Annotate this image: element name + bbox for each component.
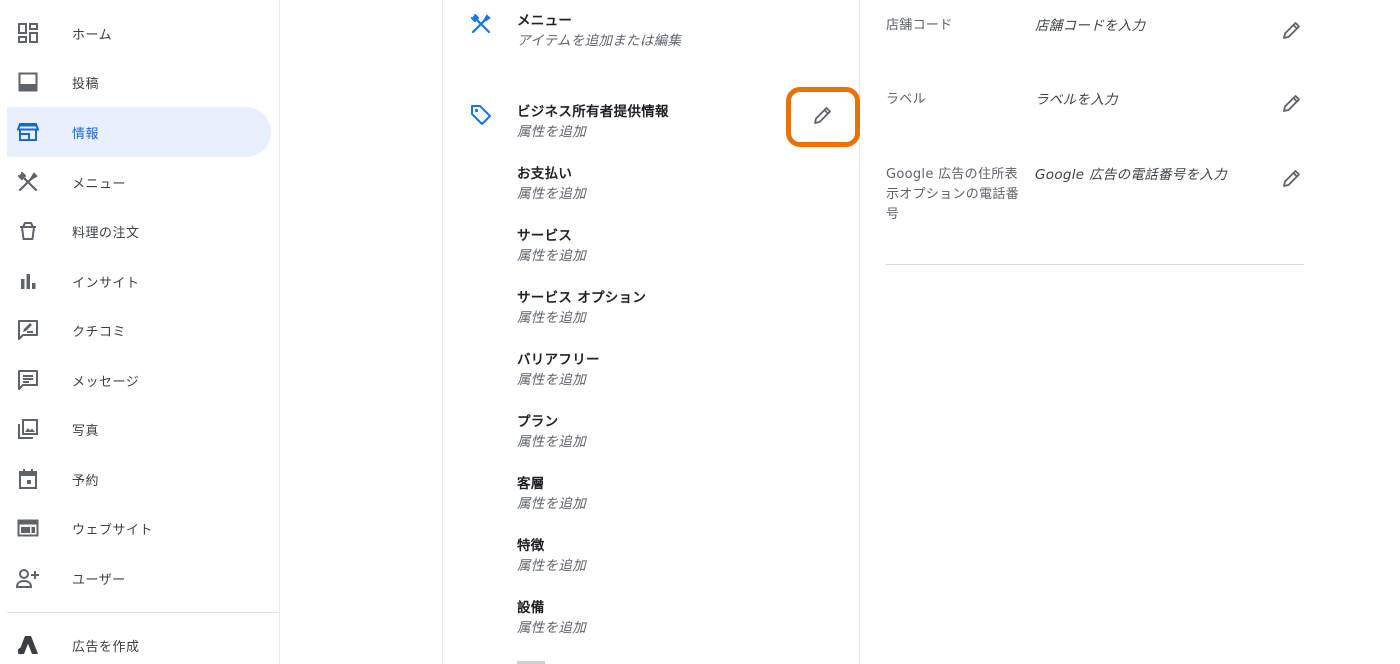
edit-attributes-button[interactable] bbox=[786, 87, 860, 147]
labels-label: ラベル bbox=[886, 92, 926, 107]
sidebar-item-label: 料理の注文 bbox=[72, 225, 140, 241]
ads-phone-label: Google 広告の住所表示オプションの電話番号 bbox=[886, 167, 1020, 222]
menu-section-title: メニュー bbox=[517, 13, 573, 29]
sidebar-item-label: 予約 bbox=[72, 473, 100, 489]
sidebar-item-food-ordering[interactable]: 料理の注文 bbox=[7, 206, 271, 256]
attribute-item-plans[interactable]: プラン 属性を追加 bbox=[517, 412, 817, 452]
sidebar-item-label: 投稿 bbox=[72, 76, 100, 92]
attribute-subtitle: 属性を追加 bbox=[517, 496, 586, 512]
sidebar-item-label: メッセージ bbox=[72, 374, 140, 390]
attribute-title: 特徴 bbox=[517, 538, 545, 554]
post-icon bbox=[16, 70, 40, 94]
attribute-item-payments[interactable]: お支払い 属性を追加 bbox=[517, 164, 817, 204]
sidebar-item-bookings[interactable]: 予約 bbox=[7, 454, 271, 504]
sidebar-item-label: ウェブサイト bbox=[72, 522, 154, 538]
clipped-next-item bbox=[517, 656, 557, 664]
details-panel: 店舗コード 店舗コードを入力 ラベル ラベルを入力 Google 広告の住所表示… bbox=[861, 0, 1400, 664]
sidebar-item-photos[interactable]: 写真 bbox=[7, 404, 271, 454]
sidebar-item-label: インサイト bbox=[72, 275, 140, 291]
attribute-title: 設備 bbox=[517, 600, 545, 616]
person-add-icon bbox=[16, 566, 40, 590]
details-divider bbox=[886, 264, 1304, 265]
attribute-subtitle: 属性を追加 bbox=[517, 558, 586, 574]
pencil-icon bbox=[1283, 22, 1300, 39]
attribute-title: バリアフリー bbox=[517, 352, 600, 368]
storefront-icon bbox=[16, 120, 40, 144]
takeout-icon bbox=[16, 219, 40, 243]
edit-ads-phone-button[interactable] bbox=[1280, 166, 1304, 190]
sidebar-item-website[interactable]: ウェブサイト bbox=[7, 503, 271, 553]
sidebar-item-create-ad[interactable]: 広告を作成 bbox=[7, 620, 271, 664]
photo-library-icon bbox=[16, 417, 40, 441]
attribute-title: お支払い bbox=[517, 166, 573, 182]
tag-icon bbox=[469, 103, 493, 127]
sidebar-item-reviews[interactable]: クチコミ bbox=[7, 305, 271, 355]
attribute-item-accessibility[interactable]: バリアフリー 属性を追加 bbox=[517, 350, 817, 390]
sidebar-item-home[interactable]: ホーム bbox=[7, 8, 271, 58]
sidebar-item-users[interactable]: ユーザー bbox=[7, 553, 271, 603]
pencil-icon bbox=[1283, 170, 1300, 187]
sidebar-item-label: メニュー bbox=[72, 176, 127, 192]
sidebar-item-insights[interactable]: インサイト bbox=[7, 256, 271, 306]
attribute-item-services[interactable]: サービス 属性を追加 bbox=[517, 226, 817, 266]
restaurant-icon bbox=[469, 12, 493, 36]
business-owner-attributes-section[interactable]: ビジネス所有者提供情報 属性を追加 bbox=[517, 102, 817, 142]
attribute-item-crowd[interactable]: 客層 属性を追加 bbox=[517, 474, 817, 514]
web-icon bbox=[16, 516, 40, 540]
restaurant-icon bbox=[16, 170, 40, 194]
store-code-label: 店舗コード bbox=[886, 18, 953, 33]
sidebar-item-messages[interactable]: メッセージ bbox=[7, 355, 271, 405]
sidebar-item-label: ユーザー bbox=[72, 572, 126, 588]
sidebar-nav: ホーム 投稿 情報 メニュー 料理の注文 インサイト クチコミ メッセージ 写真… bbox=[0, 0, 280, 664]
attribute-subtitle: 属性を追加 bbox=[517, 434, 586, 450]
info-content-panel: メニュー アイテムを追加または編集 ビジネス所有者提供情報 属性を追加 お支払い… bbox=[442, 0, 860, 664]
attribute-title: 客層 bbox=[517, 476, 545, 492]
pencil-icon bbox=[813, 105, 833, 129]
ads-phone-value: Google 広告の電話番号を入力 bbox=[1035, 167, 1227, 183]
sidebar-item-label: クチコミ bbox=[72, 324, 127, 340]
message-icon bbox=[16, 368, 40, 392]
sidebar-item-label: ホーム bbox=[72, 27, 113, 43]
dashboard-icon bbox=[16, 21, 40, 45]
pencil-icon bbox=[1283, 95, 1300, 112]
attributes-section-title: ビジネス所有者提供情報 bbox=[517, 104, 669, 120]
store-code-value: 店舗コードを入力 bbox=[1035, 18, 1146, 34]
attribute-subtitle: 属性を追加 bbox=[517, 372, 586, 388]
attributes-section-subtitle: 属性を追加 bbox=[517, 124, 586, 140]
labels-value: ラベルを入力 bbox=[1035, 92, 1118, 108]
attribute-item-service-options[interactable]: サービス オプション 属性を追加 bbox=[517, 288, 817, 328]
attribute-subtitle: 属性を追加 bbox=[517, 310, 586, 326]
sidebar-item-label: 情報 bbox=[72, 126, 100, 142]
edit-labels-button[interactable] bbox=[1280, 91, 1304, 115]
sidebar-item-label: 広告を作成 bbox=[72, 639, 140, 655]
bar-chart-icon bbox=[16, 269, 40, 293]
attribute-item-amenities[interactable]: 設備 属性を追加 bbox=[517, 598, 817, 638]
attribute-item-highlights[interactable]: 特徴 属性を追加 bbox=[517, 536, 817, 576]
sidebar-item-menu[interactable]: メニュー bbox=[7, 157, 271, 207]
attribute-subtitle: 属性を追加 bbox=[517, 620, 586, 636]
attribute-subtitle: 属性を追加 bbox=[517, 248, 586, 264]
calendar-icon bbox=[16, 467, 40, 491]
attribute-title: サービス bbox=[517, 228, 573, 244]
google-ads-icon bbox=[16, 633, 40, 657]
sidebar-item-label: 写真 bbox=[72, 423, 100, 439]
sidebar-item-posts[interactable]: 投稿 bbox=[7, 57, 271, 107]
menu-section-subtitle: アイテムを追加または編集 bbox=[517, 33, 682, 49]
rate-review-icon bbox=[16, 318, 40, 342]
attribute-title: プラン bbox=[517, 414, 559, 430]
menu-section[interactable]: メニュー アイテムを追加または編集 bbox=[517, 11, 817, 51]
sidebar-divider bbox=[7, 612, 279, 613]
sidebar-item-info[interactable]: 情報 bbox=[7, 107, 271, 157]
edit-store-code-button[interactable] bbox=[1280, 18, 1304, 42]
attribute-title: サービス オプション bbox=[517, 290, 647, 306]
attribute-subtitle: 属性を追加 bbox=[517, 186, 586, 202]
